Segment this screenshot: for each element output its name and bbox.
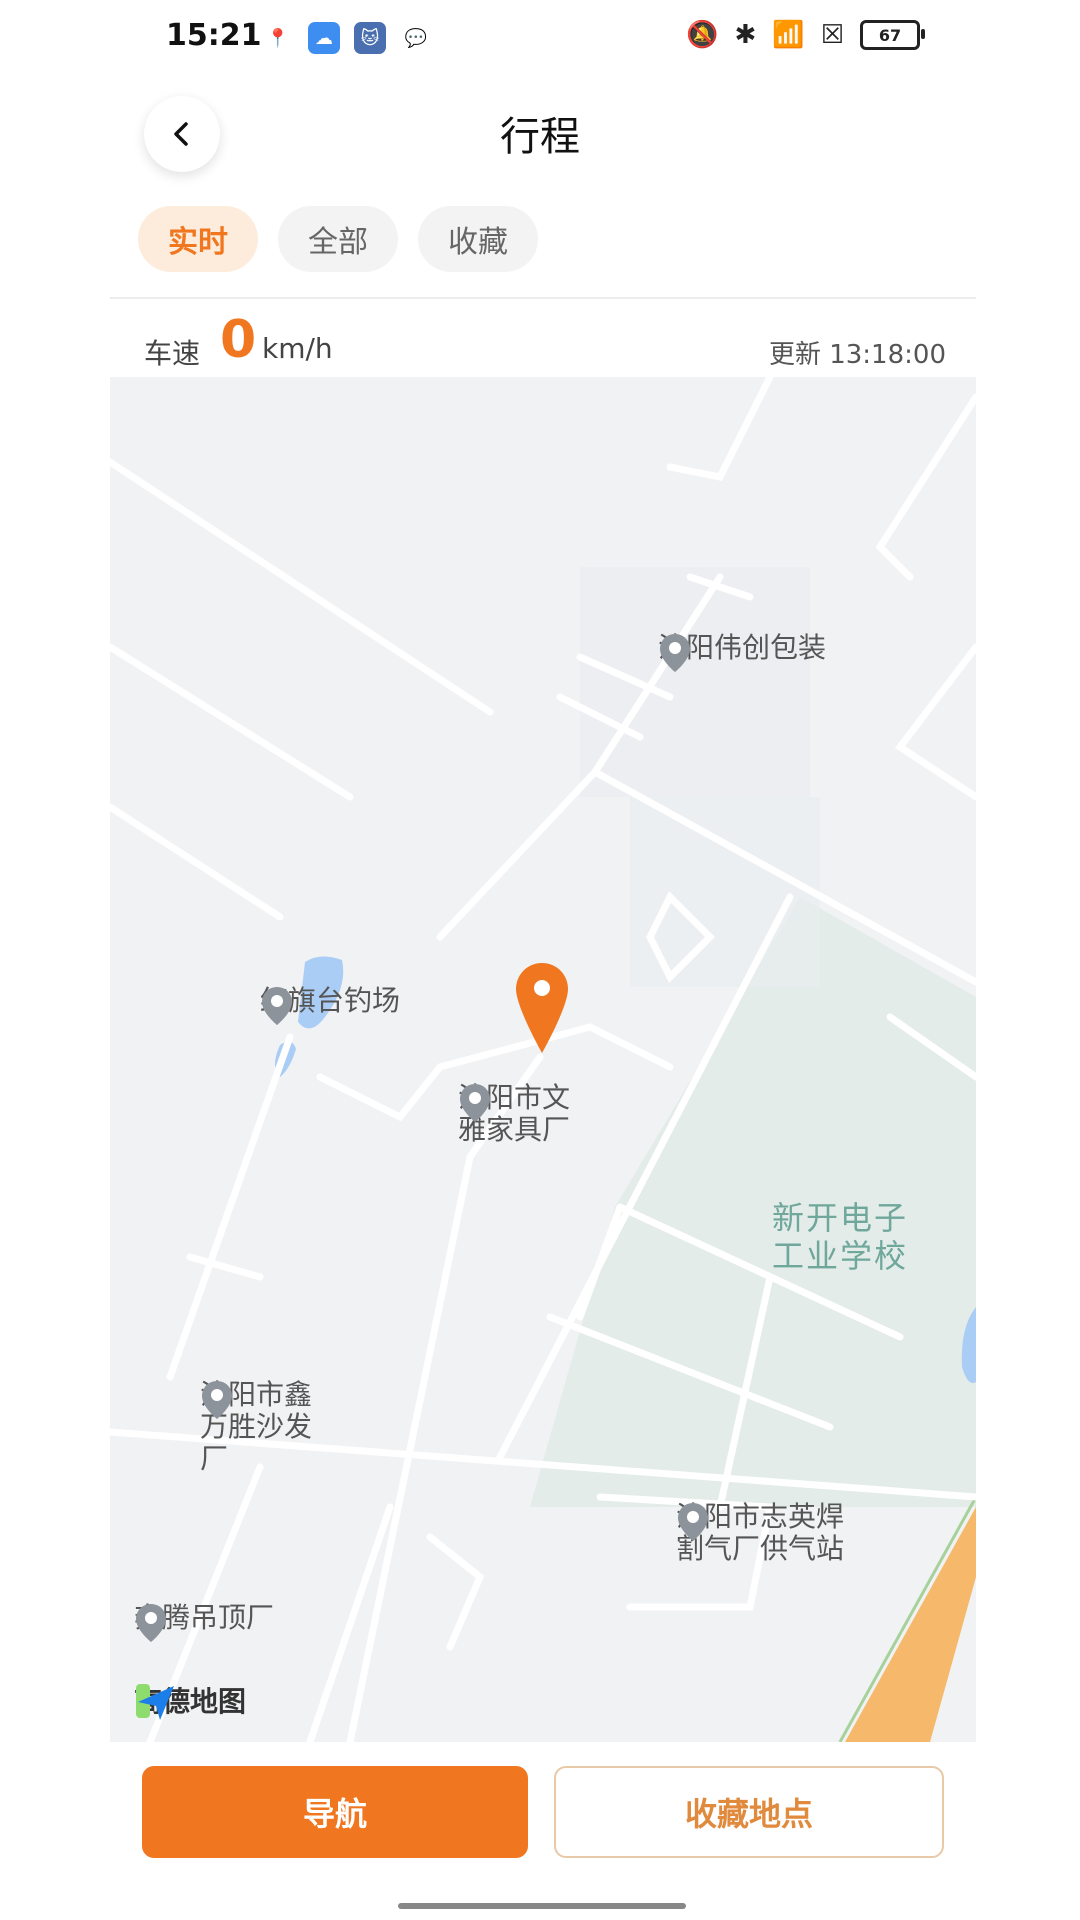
current-location-marker-icon [516, 963, 568, 1053]
poi-item[interactable]: 红旗台钓场 [260, 985, 400, 1025]
save-location-button[interactable]: 收藏地点 [554, 1766, 944, 1858]
amap-logo-icon [136, 1684, 174, 1720]
poi-item[interactable]: 沈阳伟创包装 [658, 632, 826, 672]
bluetooth-icon: ✱ [734, 20, 757, 50]
road [586, 1023, 674, 1071]
road [426, 1533, 485, 1651]
location-pin-icon [678, 1503, 708, 1541]
tab-favorites[interactable]: 收藏 [418, 206, 538, 272]
battery-icon: 67 [860, 20, 925, 50]
location-pin-icon [460, 1084, 490, 1122]
wechat-icon: 💬 [404, 27, 428, 49]
wifi-icon: 📶 [772, 20, 805, 50]
poi-item[interactable]: 沈阳市志英焊割气厂供气站 [676, 1501, 866, 1565]
location-pin-icon [660, 634, 690, 672]
page-title: 行程 [500, 114, 580, 160]
map-view[interactable]: 沈阳伟创包装 红旗台钓场 沈阳市文雅家具厂 沈阳市鑫万胜沙发厂 沈阳市志英焊割气… [110, 377, 976, 1742]
poi-item[interactable]: 沈阳市文雅家具厂 [458, 1082, 588, 1146]
divider [110, 297, 976, 299]
navigate-button[interactable]: 导航 [142, 1766, 528, 1858]
mute-icon: 🔕 [686, 20, 719, 50]
location-pin-icon [262, 987, 292, 1025]
poi-item[interactable]: 沈阳市鑫万胜沙发厂 [200, 1379, 330, 1475]
amap-logo: 高德地图 [134, 1680, 246, 1720]
update-time: 更新 13:18:00 [768, 340, 946, 370]
tab-bar: 实时 全部 收藏 [138, 206, 538, 272]
weather-app-icon: ☁ [308, 22, 340, 54]
road [110, 458, 494, 716]
road [875, 393, 976, 581]
road [110, 643, 354, 801]
road [894, 643, 976, 801]
status-bar: 15:21 📍 ☁ 🐱 💬 🔕 ✱ 📶 ☒ 67 [0, 0, 1080, 80]
cat-app-icon: 🐱 [354, 22, 386, 54]
road [110, 803, 284, 921]
tab-all[interactable]: 全部 [278, 206, 398, 272]
status-system-icons: 🔕 ✱ 📶 ☒ 67 [686, 20, 925, 50]
speed-value: 0 [220, 310, 257, 370]
tab-realtime[interactable]: 实时 [138, 206, 258, 272]
maps-app-icon: 📍 [262, 22, 294, 54]
status-time: 15:21 [166, 18, 262, 53]
location-pin-icon [202, 1381, 232, 1419]
road [666, 377, 774, 481]
location-pin-icon [136, 1604, 166, 1642]
speed-unit: km/h [262, 332, 333, 365]
map-block [580, 567, 810, 797]
road [166, 1033, 294, 1381]
road [306, 1503, 394, 1742]
speed-row: 车速 0 km/h 更新 13:18:00 [144, 308, 946, 378]
home-indicator[interactable] [398, 1903, 686, 1909]
road [436, 768, 599, 941]
speed-label: 车速 [144, 337, 201, 370]
area-label: 新开电子工业学校 [772, 1199, 909, 1275]
poi-item[interactable]: 奔腾吊顶厂 [134, 1602, 274, 1642]
road [346, 1053, 544, 1742]
status-app-icons: 📍 ☁ 🐱 💬 [262, 22, 432, 54]
road [186, 1253, 264, 1281]
sim-icon: ☒ [820, 20, 844, 50]
